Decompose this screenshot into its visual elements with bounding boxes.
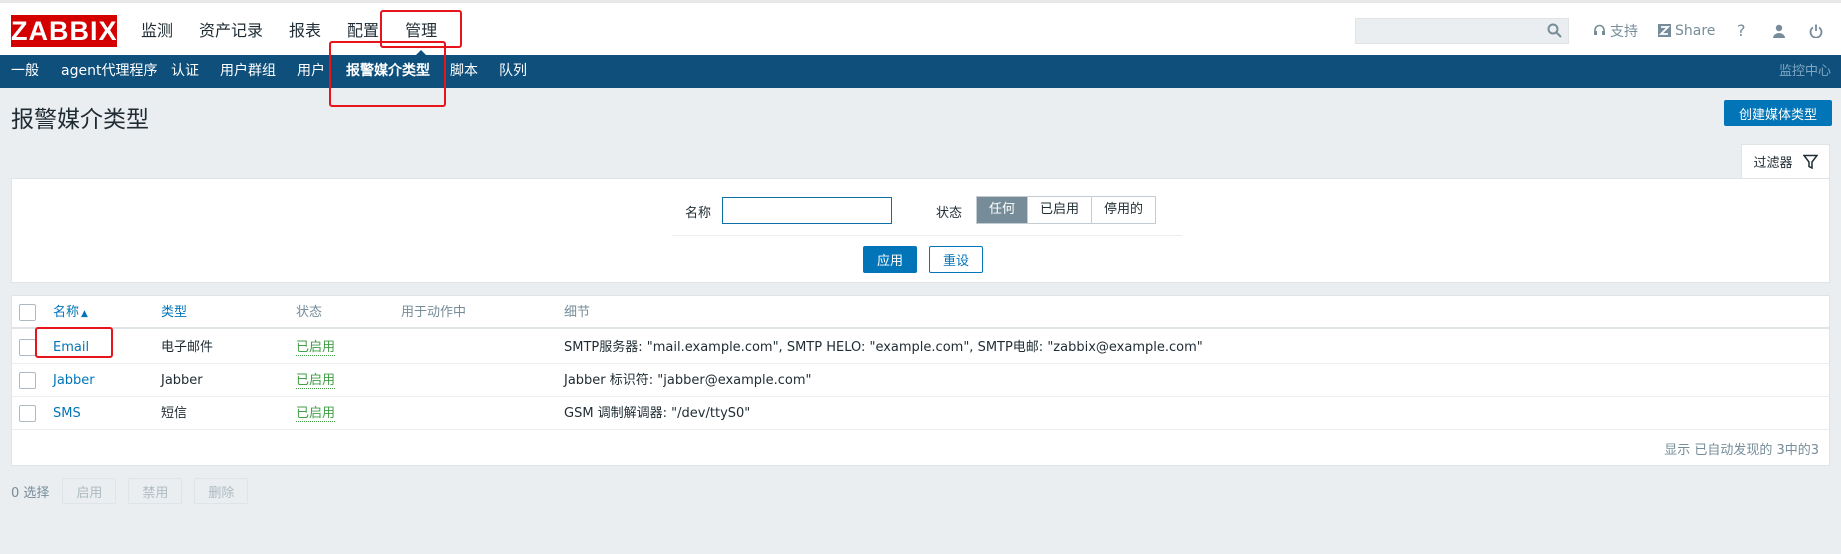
column-details-header: 细节 — [564, 305, 591, 320]
share-z-icon — [1658, 24, 1671, 37]
row-checkbox[interactable] — [19, 339, 36, 356]
sub-menu-user-groups[interactable]: 用户群组 — [220, 55, 276, 88]
kiosk-mode-link[interactable]: 监控中心 — [1779, 55, 1831, 88]
row-checkbox[interactable] — [19, 372, 36, 389]
main-menu-configuration[interactable]: 配置 — [347, 3, 379, 58]
column-used-in-actions-header: 用于动作中 — [401, 305, 467, 320]
media-type-type: 短信 — [161, 406, 188, 421]
mass-delete-button[interactable]: 删除 — [194, 478, 249, 504]
main-menu: 监测 资产记录 报表 配置 管理 — [141, 3, 463, 58]
table-row: Jabber Jabber 已启用 Jabber 标识符: "jabber@ex… — [12, 364, 1829, 397]
search-icon[interactable] — [1547, 23, 1562, 38]
mass-action-bar: 0 选择 启用 禁用 删除 — [11, 478, 260, 504]
status-option-enabled[interactable]: 已启用 — [1028, 197, 1093, 223]
media-type-status-toggle[interactable]: 已启用 — [296, 406, 336, 422]
filter-divider — [672, 235, 1182, 236]
table-row: Email 电子邮件 已启用 SMTP服务器: "mail.example.co… — [12, 331, 1829, 364]
zabbix-logo[interactable]: ZABBIX — [11, 15, 117, 47]
filter-panel: 名称 状态 任何 已启用 停用的 应用 重设 — [11, 178, 1830, 283]
column-name-label: 名称 — [53, 305, 80, 320]
media-type-status-toggle[interactable]: 已启用 — [296, 340, 336, 356]
column-name-header[interactable]: 名称 ▲ — [53, 296, 88, 329]
sub-menu-authentication[interactable]: 认证 — [171, 55, 199, 88]
table-header: 名称 ▲ 类型 状态 用于动作中 细节 — [12, 296, 1829, 329]
column-type-header[interactable]: 类型 — [161, 296, 187, 329]
media-type-details: GSM 调制解调器: "/dev/ttyS0" — [564, 406, 751, 421]
sub-menu-media-types[interactable]: 报警媒介类型 — [346, 55, 430, 88]
media-types-table: 名称 ▲ 类型 状态 用于动作中 细节 Email 电子邮件 已启用 SMTP服务… — [11, 295, 1830, 466]
mass-enable-button[interactable]: 启用 — [62, 478, 117, 504]
sub-menu-proxies[interactable]: agent代理程序 — [61, 55, 157, 88]
media-type-type: Jabber — [161, 373, 203, 388]
sub-menu: 一般 agent代理程序 认证 用户群组 用户 报警媒介类型 脚本 队列 监控中… — [0, 55, 1841, 88]
column-status-header: 状态 — [296, 305, 323, 320]
filter-status-label: 状态 — [936, 206, 963, 221]
support-link[interactable]: 支持 — [1593, 3, 1638, 58]
select-all-checkbox[interactable] — [19, 304, 36, 321]
support-label: 支持 — [1610, 23, 1638, 40]
main-menu-inventory[interactable]: 资产记录 — [199, 3, 263, 58]
main-menu-monitoring[interactable]: 监测 — [141, 3, 173, 58]
create-media-type-button[interactable]: 创建媒体类型 — [1724, 100, 1832, 126]
sub-menu-users[interactable]: 用户 — [297, 55, 325, 88]
filter-name-label: 名称 — [685, 206, 712, 221]
filter-status-segmented: 任何 已启用 停用的 — [976, 196, 1157, 224]
filter-name-input[interactable] — [722, 197, 892, 224]
share-label: Share — [1675, 22, 1716, 39]
media-type-name-link[interactable]: SMS — [53, 397, 81, 430]
media-type-name-link[interactable]: Jabber — [53, 364, 95, 397]
media-type-details: Jabber 标识符: "jabber@example.com" — [564, 373, 812, 388]
sub-menu-scripts[interactable]: 脚本 — [450, 55, 478, 88]
media-type-name-link[interactable]: Email — [53, 331, 89, 364]
sort-asc-icon: ▲ — [81, 309, 88, 319]
status-option-disabled[interactable]: 停用的 — [1092, 197, 1156, 223]
user-profile-icon[interactable] — [1772, 3, 1786, 58]
sub-menu-queue[interactable]: 队列 — [499, 55, 527, 88]
share-link[interactable]: Share — [1658, 3, 1715, 58]
media-type-type: 电子邮件 — [161, 340, 214, 355]
status-option-any[interactable]: 任何 — [977, 197, 1029, 223]
main-menu-reports[interactable]: 报表 — [289, 3, 321, 58]
top-header: ZABBIX 监测 资产记录 报表 配置 管理 支持 Share ? — [0, 0, 1841, 58]
help-icon[interactable]: ? — [1737, 3, 1746, 58]
sub-menu-general[interactable]: 一般 — [11, 55, 39, 88]
logout-icon[interactable] — [1809, 3, 1823, 58]
row-checkbox[interactable] — [19, 405, 36, 422]
media-type-status-toggle[interactable]: 已启用 — [296, 373, 336, 389]
global-search-input[interactable] — [1355, 18, 1569, 44]
filter-apply-button[interactable]: 应用 — [863, 246, 917, 273]
selected-count: 0 选择 — [11, 485, 50, 501]
media-type-details: SMTP服务器: "mail.example.com", SMTP HELO: … — [564, 340, 1203, 355]
main-menu-administration[interactable]: 管理 — [405, 3, 437, 58]
filter-reset-button[interactable]: 重设 — [929, 246, 983, 273]
filter-tab[interactable]: 过滤器 — [1741, 144, 1830, 178]
table-row: SMS 短信 已启用 GSM 调制解调器: "/dev/ttyS0" — [12, 397, 1829, 430]
mass-disable-button[interactable]: 禁用 — [128, 478, 183, 504]
filter-funnel-icon — [1802, 154, 1818, 169]
table-stats-footer: 显示 已自动发现的 3中的3 — [1664, 443, 1819, 458]
headset-icon — [1594, 24, 1605, 35]
page-title: 报警媒介类型 — [11, 107, 149, 133]
filter-tab-label: 过滤器 — [1753, 156, 1793, 171]
